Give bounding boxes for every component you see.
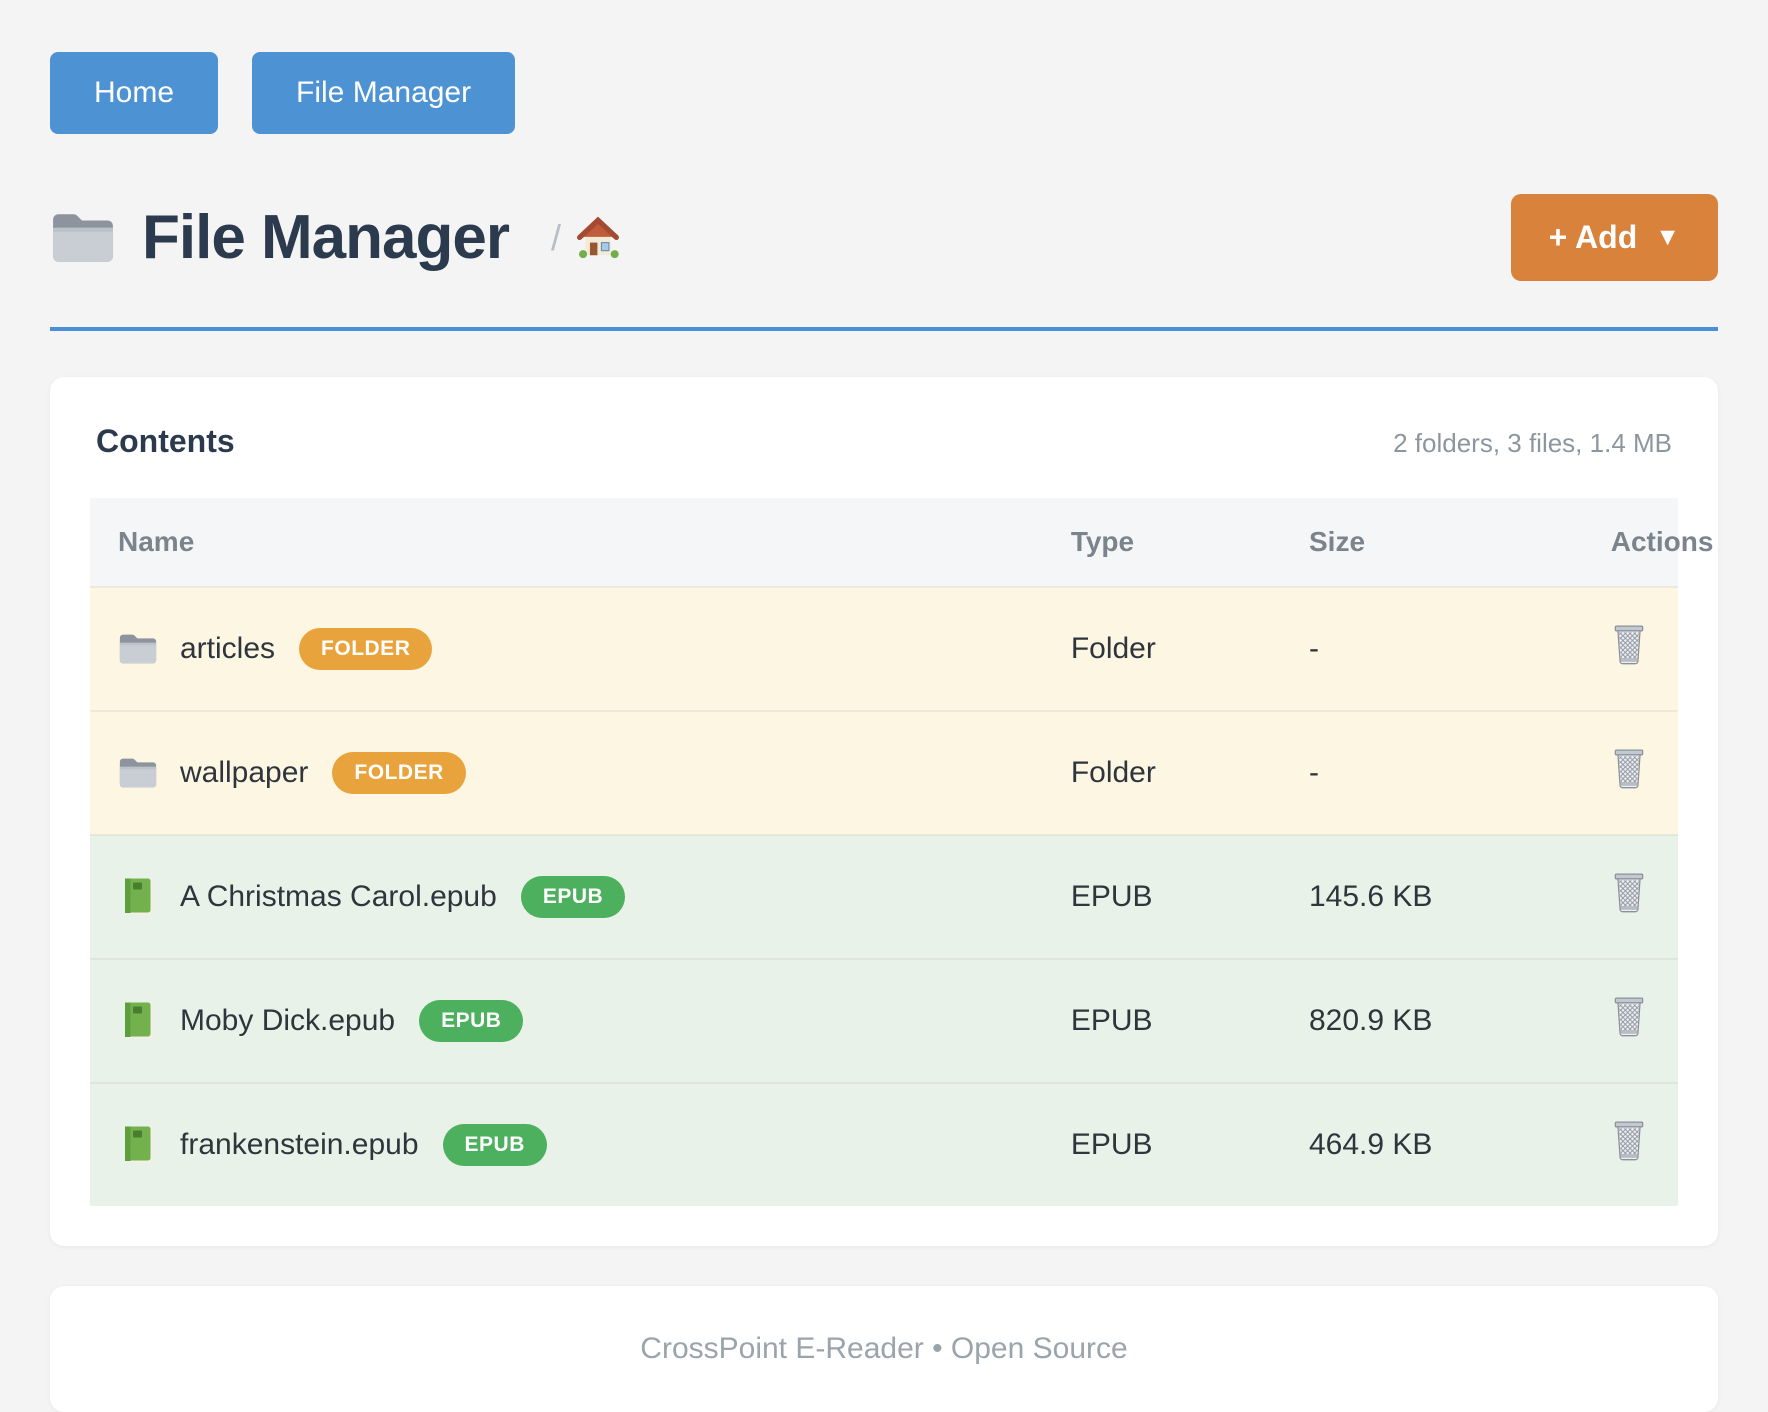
delete-button[interactable] <box>1611 872 1647 914</box>
breadcrumb: / <box>551 215 621 261</box>
delete-button[interactable] <box>1611 748 1647 790</box>
type-cell: Folder <box>1043 711 1281 835</box>
table-row[interactable]: articles FOLDER Folder - <box>90 587 1678 711</box>
type-cell: EPUB <box>1043 835 1281 959</box>
book-icon <box>118 1001 158 1041</box>
title-row: File Manager / <box>50 194 1718 281</box>
trash-icon <box>1611 872 1647 914</box>
footer: CrossPoint E-Reader • Open Source <box>50 1286 1718 1412</box>
type-badge: FOLDER <box>299 628 432 670</box>
table-row[interactable]: Moby Dick.epub EPUB EPUB 820.9 KB <box>90 959 1678 1083</box>
column-header-name: Name <box>90 498 1043 587</box>
type-cell: EPUB <box>1043 1083 1281 1206</box>
column-header-type: Type <box>1043 498 1281 587</box>
card-title: Contents <box>96 423 235 460</box>
column-header-size: Size <box>1281 498 1583 587</box>
book-icon <box>118 877 158 917</box>
type-badge: EPUB <box>419 1000 523 1042</box>
contents-summary: 2 folders, 3 files, 1.4 MB <box>1393 428 1672 459</box>
nav-button-file-manager[interactable]: File Manager <box>252 52 515 134</box>
size-cell: - <box>1281 711 1583 835</box>
page-title: File Manager <box>142 202 509 273</box>
folder-icon <box>50 210 116 266</box>
table-row[interactable]: frankenstein.epub EPUB EPUB 464.9 KB <box>90 1083 1678 1206</box>
file-name[interactable]: wallpaper <box>180 756 308 790</box>
name-cell: A Christmas Carol.epub EPUB <box>118 876 1015 918</box>
nav-button-home[interactable]: Home <box>50 52 218 134</box>
contents-card: Contents 2 folders, 3 files, 1.4 MB Name… <box>50 377 1718 1246</box>
add-button[interactable]: + Add ▼ <box>1511 194 1718 281</box>
card-header: Contents 2 folders, 3 files, 1.4 MB <box>90 423 1678 460</box>
size-cell: - <box>1281 587 1583 711</box>
table-body: articles FOLDER Folder - <box>90 587 1678 1206</box>
size-cell: 464.9 KB <box>1281 1083 1583 1206</box>
type-cell: EPUB <box>1043 959 1281 1083</box>
top-nav: Home File Manager <box>50 52 1718 134</box>
footer-text: CrossPoint E-Reader • Open Source <box>640 1332 1127 1365</box>
house-icon <box>575 215 621 261</box>
delete-button[interactable] <box>1611 624 1647 666</box>
folder-icon <box>118 753 158 793</box>
add-button-label: + Add <box>1549 219 1638 256</box>
delete-button[interactable] <box>1611 996 1647 1038</box>
table-head: Name Type Size Actions <box>90 498 1678 587</box>
type-badge: EPUB <box>443 1124 547 1166</box>
trash-icon <box>1611 748 1647 790</box>
file-name[interactable]: articles <box>180 632 275 666</box>
trash-icon <box>1611 624 1647 666</box>
caret-down-icon: ▼ <box>1655 225 1680 250</box>
size-cell: 820.9 KB <box>1281 959 1583 1083</box>
name-cell: wallpaper FOLDER <box>118 752 1015 794</box>
page: Home File Manager File Manager / <box>0 0 1768 1412</box>
file-name[interactable]: A Christmas Carol.epub <box>180 880 497 914</box>
trash-icon <box>1611 1120 1647 1162</box>
breadcrumb-home[interactable] <box>575 215 621 261</box>
breadcrumb-separator: / <box>551 217 561 259</box>
type-cell: Folder <box>1043 587 1281 711</box>
table-row[interactable]: A Christmas Carol.epub EPUB EPUB 145.6 K… <box>90 835 1678 959</box>
title-divider <box>50 327 1718 331</box>
book-icon <box>118 1125 158 1165</box>
type-badge: FOLDER <box>332 752 465 794</box>
file-table: Name Type Size Actions <box>90 498 1678 1206</box>
trash-icon <box>1611 996 1647 1038</box>
name-cell: articles FOLDER <box>118 628 1015 670</box>
file-name[interactable]: frankenstein.epub <box>180 1128 419 1162</box>
size-cell: 145.6 KB <box>1281 835 1583 959</box>
name-cell: Moby Dick.epub EPUB <box>118 1000 1015 1042</box>
folder-icon <box>118 629 158 669</box>
name-cell: frankenstein.epub EPUB <box>118 1124 1015 1166</box>
delete-button[interactable] <box>1611 1120 1647 1162</box>
table-row[interactable]: wallpaper FOLDER Folder - <box>90 711 1678 835</box>
file-name[interactable]: Moby Dick.epub <box>180 1004 395 1038</box>
title-group: File Manager / <box>50 202 621 273</box>
type-badge: EPUB <box>521 876 625 918</box>
column-header-actions: Actions <box>1583 498 1678 587</box>
